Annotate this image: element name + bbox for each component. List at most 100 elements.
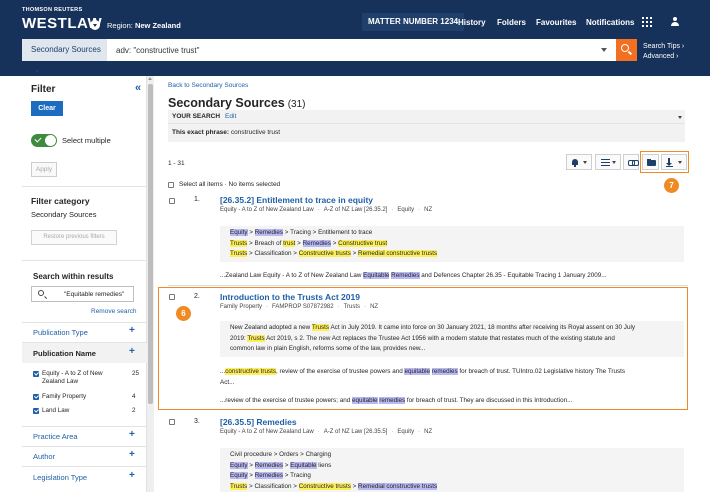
edit-search-link[interactable]: Edit (225, 113, 236, 120)
meta-citation: FAMPROP S07872982 (272, 304, 334, 310)
callout-badge-7: 7 (664, 178, 679, 193)
search-tips-link[interactable]: Search Tips › (643, 42, 684, 52)
your-search-header: YOUR SEARCH Edit (172, 113, 236, 120)
nav-folders[interactable]: Folders (497, 18, 526, 27)
collapse-chevron-icon[interactable] (678, 116, 682, 119)
search-button[interactable] (616, 39, 637, 61)
search-bar: Secondary Sources Search Tips › Advanced… (0, 36, 710, 76)
publication-name: Family Property (42, 393, 87, 400)
user-profile-icon[interactable] (670, 16, 680, 28)
result-title-link[interactable]: [26.35.2] Entitlement to trace in equity (220, 195, 373, 205)
matter-number-button[interactable]: MATTER NUMBER 1234 (362, 13, 465, 31)
nav-history[interactable]: History (458, 18, 486, 27)
meta-citation: A-Z of NZ Law [26.35.5] (323, 429, 388, 435)
select-all-checkbox[interactable] (168, 182, 174, 188)
result-meta: Equity - A to Z of New Zealand Law · A-Z o… (220, 207, 432, 213)
page-title: Secondary Sources (31) (168, 96, 306, 110)
link-icon[interactable] (623, 154, 639, 170)
select-multiple-label: Select multiple (62, 136, 111, 145)
publication-count: 2 (132, 407, 136, 414)
result-snippet-box: Equity > Remedies > Tracing > Entitlemen… (220, 226, 684, 262)
region-label: Region: (107, 21, 133, 30)
collapse-sidebar-icon[interactable]: « (135, 82, 141, 94)
brand-publisher: THOMSON REUTERS (22, 7, 83, 13)
taxonomy-line: Trusts > Classification > Constructive t… (230, 482, 438, 490)
meta-topic: Equity (397, 429, 415, 435)
search-within-value: "Equitable remedies" (64, 291, 125, 298)
advanced-search-link[interactable]: Advanced › (643, 52, 684, 62)
taxonomy-line: Equity > Remedies > Equitable liens (230, 461, 332, 469)
practice-area-accordion[interactable]: Practice Area + (22, 426, 147, 446)
sidebar-scrollbar[interactable] (147, 76, 154, 492)
separator: · (391, 207, 394, 213)
accordion-label: Legislation Type (33, 473, 88, 482)
remove-search-link[interactable]: Remove search (91, 308, 137, 315)
your-search-panel: YOUR SEARCH Edit This exact phrase: const… (168, 110, 685, 142)
result-number: 1. (194, 196, 200, 203)
exact-phrase-label: This exact phrase: (172, 129, 230, 136)
list-view-button[interactable] (595, 154, 621, 170)
result-number: 2. (194, 293, 200, 300)
accordion-label: Publication Type (33, 328, 88, 337)
content-type-value: Secondary Sources (31, 45, 101, 54)
result-title-link[interactable]: [26.35.5] Remedies (220, 417, 297, 427)
chevron-down-icon (35, 70, 39, 74)
snippet-line: common law in plain English, reforms som… (230, 345, 426, 352)
restore-filters-button[interactable]: Restore previous filters (31, 230, 117, 245)
nav-favourites[interactable]: Favourites (536, 18, 576, 27)
search-history-chevron-icon[interactable] (601, 48, 607, 52)
search-input[interactable] (107, 39, 616, 61)
alert-bell-button[interactable] (566, 154, 592, 170)
check-icon (34, 135, 42, 143)
expand-plus-icon: + (129, 346, 135, 357)
select-all-text: Select all items · No items selected (179, 181, 280, 188)
result-checkbox[interactable] (169, 294, 175, 300)
separator: · (418, 207, 421, 213)
publication-type-accordion[interactable]: Publication Type + (22, 322, 147, 342)
search-within-input[interactable]: "Equitable remedies" (31, 286, 134, 302)
select-multiple-toggle[interactable] (31, 134, 57, 147)
legislation-type-accordion[interactable]: Legislation Type + (22, 467, 147, 487)
checkbox-checked-icon[interactable] (33, 408, 39, 414)
publication-name-accordion[interactable]: Publication Name + (22, 343, 147, 363)
exact-phrase: This exact phrase: constructive trust (172, 129, 280, 136)
apply-filters-button[interactable]: Apply (31, 162, 57, 177)
accordion-label: Publication Name (33, 349, 96, 358)
meta-publication: Equity - A to Z of New Zealand Law (220, 207, 314, 213)
taxonomy-line: Trusts > Classification > Constructive t… (230, 250, 438, 257)
separator: · (337, 304, 340, 310)
result-passage: ...constructive trusts, review of the ex… (220, 368, 626, 386)
snippet-line: New Zealand adopted a new Trusts Act in … (230, 324, 635, 331)
content-type-dropdown[interactable]: Secondary Sources (22, 39, 107, 74)
checkbox-checked-icon[interactable] (33, 371, 39, 377)
publication-filter-item[interactable]: Equity - A to Z of New Zealand Law 25 (33, 370, 143, 386)
back-link[interactable]: Back to Secondary Sources (168, 82, 248, 89)
meta-citation: A-Z of NZ Law [26.35.2] (323, 207, 388, 213)
meta-publication: Family Property (220, 304, 263, 310)
clear-filters-button[interactable]: Clear (31, 101, 63, 116)
author-accordion[interactable]: Author + (22, 446, 147, 466)
scrollbar-thumb[interactable] (148, 77, 153, 404)
no-items-label: No items selected (228, 181, 281, 188)
divider (22, 260, 147, 261)
meta-jurisdiction: NZ (424, 207, 433, 213)
result-checkbox[interactable] (169, 419, 175, 425)
separator: · (418, 429, 421, 435)
expand-plus-icon: + (129, 470, 135, 481)
region-selector[interactable]: Region: New Zealand (107, 21, 181, 30)
page-title-text: Secondary Sources (168, 96, 285, 110)
brand-menu-chevron-icon[interactable] (90, 20, 100, 30)
checkbox-checked-icon[interactable] (33, 394, 39, 400)
taxonomy-line: Civil procedure > Orders > Charging (230, 451, 332, 458)
result-title-link[interactable]: Introduction to the Trusts Act 2019 (220, 292, 360, 302)
results-panel: Back to Secondary Sources Secondary Sour… (154, 76, 702, 492)
accordion-label: Author (33, 452, 56, 461)
divider (168, 123, 685, 124)
chevron-down-icon (612, 161, 616, 164)
publication-name: Equity - A to Z of New Zealand Law (42, 370, 103, 385)
taxonomy-line: Equity > Remedies > Tracing (230, 472, 311, 479)
result-checkbox[interactable] (169, 198, 175, 204)
apps-grid-icon[interactable] (642, 17, 652, 27)
nav-notifications[interactable]: Notifications (586, 18, 634, 27)
taxonomy-line: Trusts > Breach of trust > Remedies > Co… (230, 239, 388, 247)
